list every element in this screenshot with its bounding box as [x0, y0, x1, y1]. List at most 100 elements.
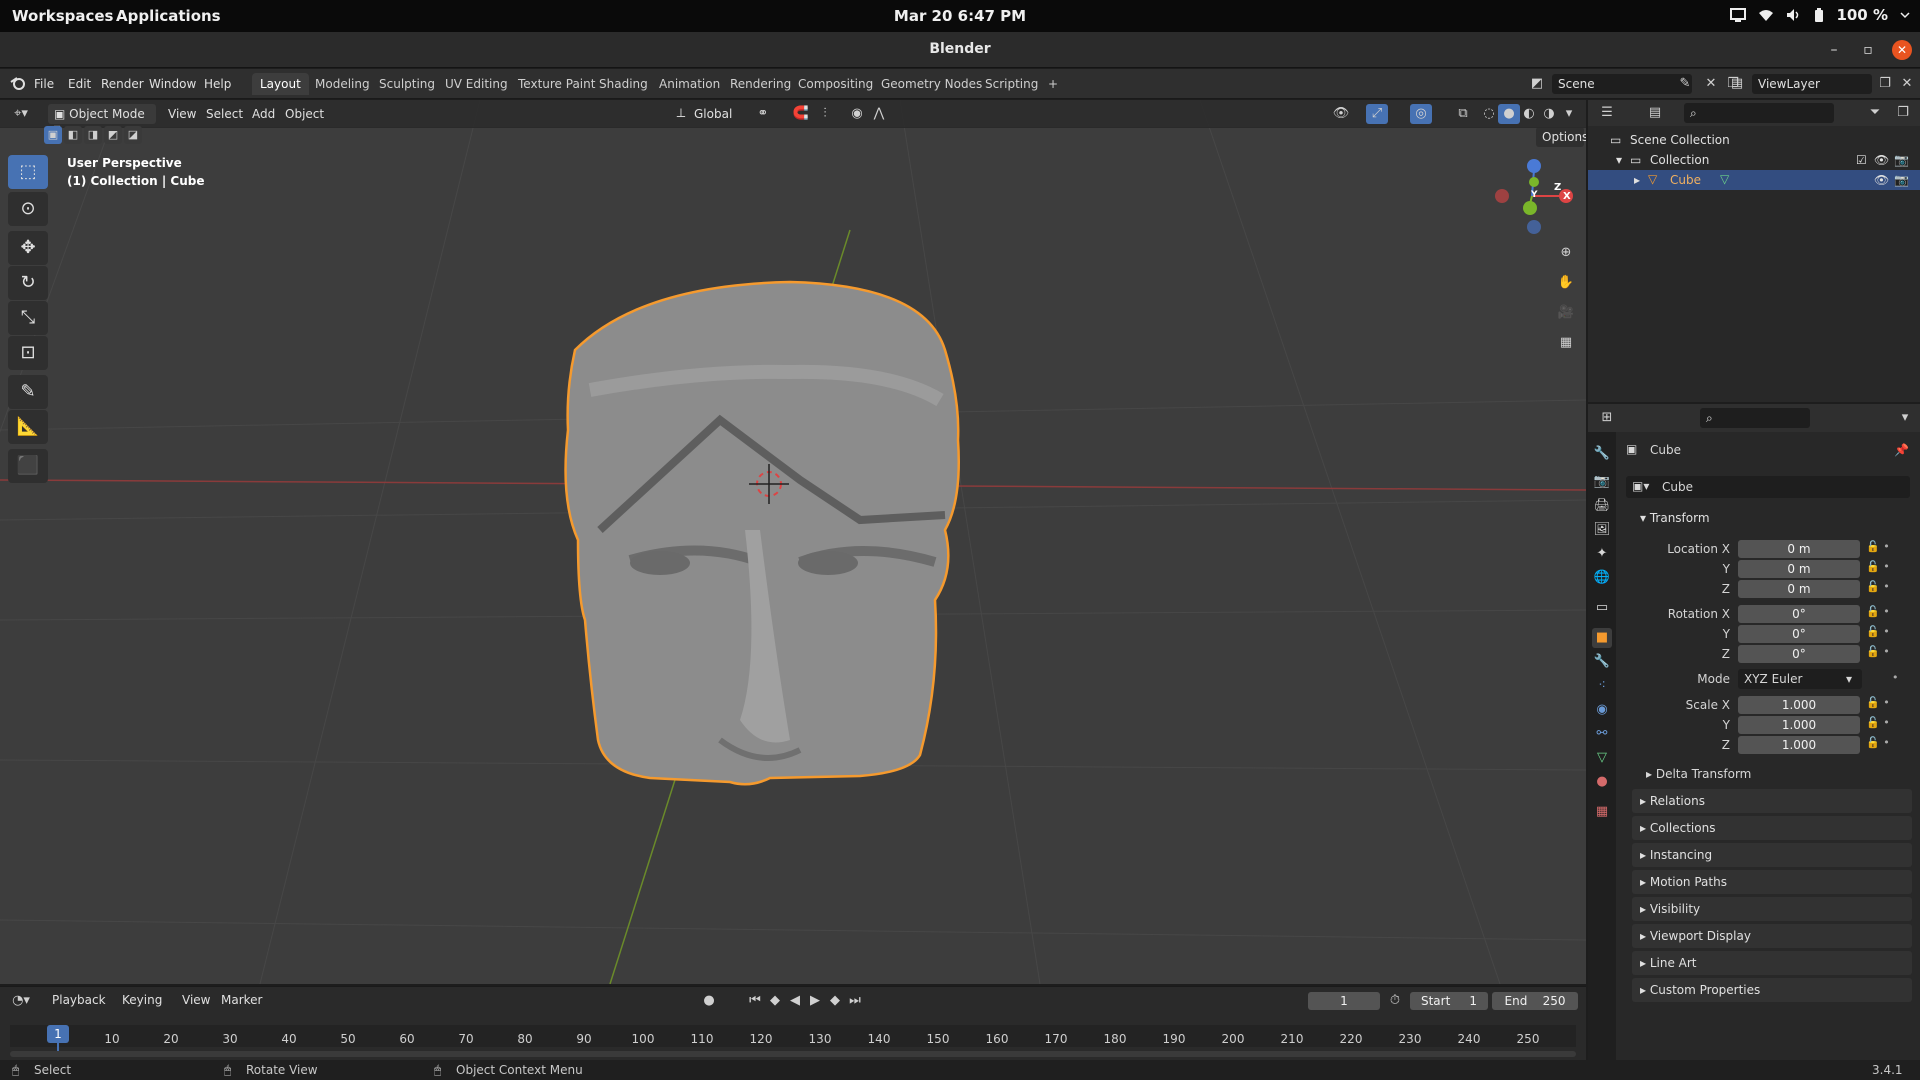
ortho-grid-icon[interactable]: ▦ — [1552, 329, 1580, 357]
window-titlebar[interactable]: Blender – ▫ ✕ — [0, 32, 1920, 68]
menu-render[interactable]: Render — [101, 77, 144, 91]
properties-options-icon[interactable]: ▾ — [1894, 408, 1916, 428]
select-subtract-icon[interactable]: ◨ — [84, 126, 102, 144]
snap-target-icon[interactable]: ⫶ — [814, 104, 836, 124]
select-extend-icon[interactable]: ◧ — [64, 126, 82, 144]
select-intersect-icon[interactable]: ◪ — [124, 126, 142, 144]
delete-scene-icon[interactable]: ✕ — [1700, 74, 1722, 94]
pin-icon[interactable]: ✎ — [1674, 74, 1696, 94]
transform-panel-header[interactable]: ▾ Transform — [1632, 506, 1912, 530]
add-cube-tool-icon[interactable]: ⬛ — [8, 449, 48, 483]
tab-physics-icon[interactable]: ◉ — [1592, 700, 1612, 720]
tab-view-layer-icon[interactable]: 🖼 — [1592, 520, 1612, 540]
tab-sculpting[interactable]: Sculpting — [371, 73, 443, 95]
collections-panel[interactable]: ▸ Collections — [1632, 816, 1912, 840]
visibility-icon[interactable]: 👁 — [1330, 104, 1352, 124]
viewport-menu-object[interactable]: Object — [285, 107, 324, 121]
3d-viewport[interactable]: Z X Y User Perspective (1) Collection | … — [0, 100, 1586, 984]
stopwatch-icon[interactable]: ⏱ — [1384, 991, 1406, 1011]
cube-eye-icon[interactable]: 👁 — [1874, 173, 1889, 187]
playhead[interactable]: 1 — [47, 1025, 69, 1043]
tab-material-icon[interactable]: ● — [1592, 772, 1612, 792]
material-shading-icon[interactable]: ◐ — [1518, 104, 1540, 124]
tab-modeling[interactable]: Modeling — [307, 73, 378, 95]
select-new-icon[interactable]: ▣ — [44, 126, 62, 144]
tab-animation[interactable]: Animation — [651, 73, 728, 95]
scene-icon[interactable]: ◩ — [1526, 74, 1548, 94]
location-y-field[interactable]: 0 m — [1738, 560, 1860, 578]
outliner[interactable]: ☰ ▤ ⌕ ⏷ ❐ ▭ Scene Collection ▾ ▭ Collect… — [1588, 100, 1920, 402]
tab-texture-paint[interactable]: Texture Paint — [510, 73, 603, 95]
tab-data-icon[interactable]: ▽ — [1592, 748, 1612, 768]
timeline-menu-playback[interactable]: Playback — [52, 993, 106, 1007]
options-dropdown[interactable]: Options — [1536, 127, 1586, 147]
add-workspace-button[interactable]: + — [1040, 73, 1066, 95]
camera-render-icon[interactable]: 📷 — [1894, 153, 1909, 167]
object-name-field[interactable]: ▣▾ Cube — [1626, 476, 1910, 498]
timeline[interactable]: ◔▾ Playback Keying View Marker ● ⏮ ◆ ◀ ▶… — [0, 986, 1586, 1060]
new-collection-icon[interactable]: ❐ — [1892, 103, 1914, 123]
rotation-mode-dropdown[interactable]: XYZ Euler ▾ — [1738, 669, 1862, 689]
outliner-row-cube[interactable]: ▸ ▽ Cube ▽ 👁 📷 — [1588, 170, 1920, 190]
line-art-panel[interactable]: ▸ Line Art — [1632, 951, 1912, 975]
tab-world-icon[interactable]: 🌐 — [1592, 568, 1612, 588]
tab-scene-icon[interactable]: ✦ — [1592, 544, 1612, 564]
solid-shading-icon[interactable]: ● — [1498, 104, 1520, 124]
viewport-display-panel[interactable]: ▸ Viewport Display — [1632, 924, 1912, 948]
location-z-field[interactable]: 0 m — [1738, 580, 1860, 598]
start-frame-field[interactable]: Start 1 — [1410, 992, 1488, 1010]
tab-particles-icon[interactable]: ⁖ — [1592, 676, 1612, 696]
timeline-menu-keying[interactable]: Keying — [122, 993, 162, 1007]
relations-panel[interactable]: ▸ Relations — [1632, 789, 1912, 813]
motion-paths-panel[interactable]: ▸ Motion Paths — [1632, 870, 1912, 894]
scene-selector[interactable]: Scene — [1552, 74, 1692, 94]
filter-icon[interactable]: ⏷ — [1864, 103, 1886, 123]
play-icon[interactable]: ▶ — [804, 991, 826, 1011]
jump-start-icon[interactable]: ⏮ — [744, 991, 766, 1011]
tab-rendering[interactable]: Rendering — [722, 73, 799, 95]
lock-icon[interactable]: 🔓 • — [1866, 696, 1890, 709]
display-mode-icon[interactable]: ▤ — [1644, 103, 1666, 123]
rotation-z-field[interactable]: 0° — [1738, 645, 1860, 663]
tab-object-icon[interactable]: ■ — [1592, 628, 1612, 648]
annotate-tool-icon[interactable]: ✎ — [8, 375, 48, 409]
timeline-menu-marker[interactable]: Marker — [221, 993, 262, 1007]
viewport-menu-select[interactable]: Select — [206, 107, 243, 121]
timeline-scrollbar[interactable] — [10, 1051, 1576, 1057]
menu-help[interactable]: Help — [204, 77, 231, 91]
gizmo-x-label[interactable]: X — [1563, 191, 1571, 202]
timeline-menu-view[interactable]: View — [182, 993, 210, 1007]
menu-file[interactable]: File — [34, 77, 54, 91]
delta-transform-subpanel[interactable]: ▸ Delta Transform — [1646, 767, 1751, 781]
select-box-tool-icon[interactable]: ⬚ — [8, 155, 48, 189]
pin-properties-icon[interactable]: 📌 — [1894, 443, 1909, 457]
end-frame-field[interactable]: End 250 — [1492, 992, 1578, 1010]
shading-options-icon[interactable]: ▾ — [1558, 104, 1580, 124]
tab-geometry-nodes[interactable]: Geometry Nodes — [873, 73, 990, 95]
falloff-icon[interactable]: ⋀ — [868, 104, 890, 124]
camera-view-icon[interactable]: 🎥 — [1552, 299, 1580, 327]
lock-icon[interactable]: 🔓 • — [1866, 605, 1890, 618]
delete-view-layer-icon[interactable]: ✕ — [1896, 74, 1918, 94]
orientation-icon[interactable]: ⟂ — [670, 104, 692, 124]
lock-icon[interactable]: 🔓 • — [1866, 645, 1890, 658]
outliner-search-input[interactable]: ⌕ — [1684, 103, 1834, 123]
gizmo-z-label[interactable]: Z — [1554, 182, 1561, 193]
tab-constraints-icon[interactable]: ⚯ — [1592, 724, 1612, 744]
rendered-shading-icon[interactable]: ◑ — [1538, 104, 1560, 124]
xray-icon[interactable]: ⧉ — [1452, 104, 1474, 124]
lock-icon[interactable]: 🔓 • — [1866, 625, 1890, 638]
tab-compositing[interactable]: Compositing — [790, 73, 881, 95]
current-frame-field[interactable]: 1 — [1308, 992, 1380, 1010]
gizmo-toggle-icon[interactable]: ⤢ — [1366, 104, 1388, 124]
maximize-button[interactable]: ▫ — [1858, 40, 1878, 60]
lock-icon[interactable]: 🔓 • — [1866, 560, 1890, 573]
viewport-menu-view[interactable]: View — [168, 107, 196, 121]
exclude-checkbox-icon[interactable]: ☑ — [1856, 153, 1867, 167]
tab-collection-icon[interactable]: ▭ — [1592, 598, 1612, 618]
cube-camera-icon[interactable]: 📷 — [1894, 173, 1909, 187]
proportional-edit-icon[interactable]: ◉ — [846, 104, 868, 124]
cursor-tool-icon[interactable]: ⊙ — [8, 192, 48, 226]
tab-uv-editing[interactable]: UV Editing — [437, 73, 516, 95]
pan-hand-icon[interactable]: ✋ — [1552, 269, 1580, 297]
